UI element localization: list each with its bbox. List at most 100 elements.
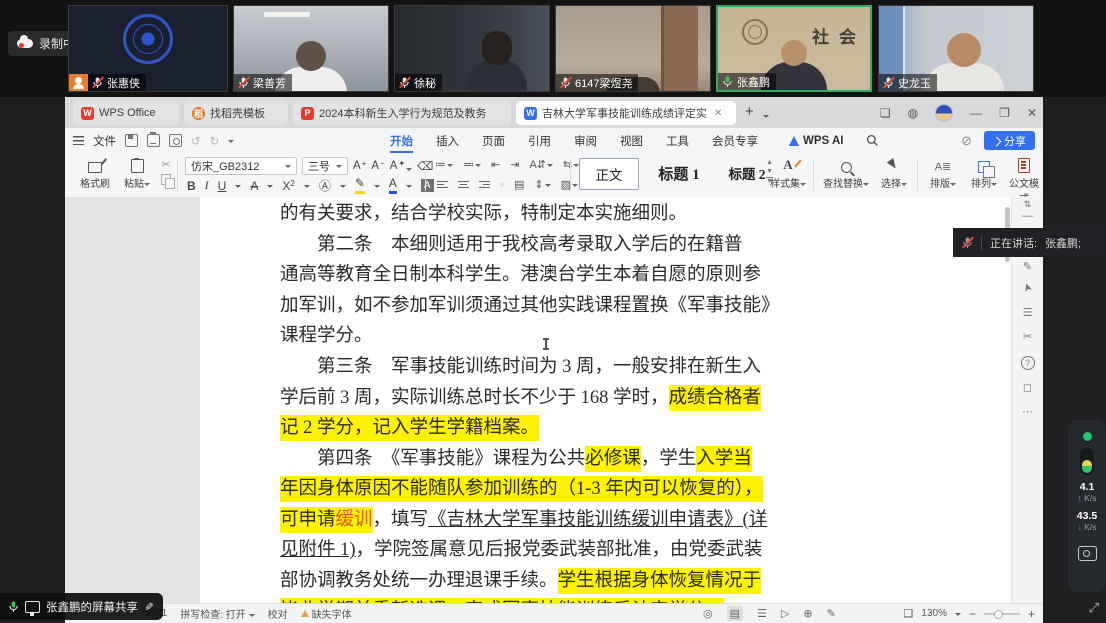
decrease-indent-button[interactable]: ⇤ [491,158,500,171]
search-icon[interactable] [866,134,879,147]
read-mode-icon[interactable]: ▷ [781,607,789,620]
undo-icon[interactable]: ↺ [191,134,201,148]
format-painter-button[interactable]: 格式刷 [75,156,115,190]
style-normal-chip[interactable]: 正文 [579,158,639,190]
text-direction-button[interactable]: A⇵ [529,158,553,171]
integrations-icon[interactable]: ◍ [908,106,918,120]
print-preview-icon[interactable] [169,134,182,147]
align-right-button[interactable] [479,181,490,189]
align-center-button[interactable] [458,181,469,189]
more-tools-icon[interactable]: ⋯ [1012,405,1043,418]
redo-icon[interactable]: ↻ [210,134,220,148]
tab-presentation[interactable]: P 2024本科新生入学行为规范及教务 [293,101,511,125]
paste-button[interactable]: 粘贴 [117,156,157,190]
mic-active-icon[interactable] [8,600,19,613]
cjk-layout-button[interactable]: ⇆ [563,158,579,171]
highlight-color-button[interactable]: ✎ [355,178,365,194]
sync-disabled-icon[interactable]: ⊘ [961,133,972,149]
phonetic-guide-button[interactable]: Ⓐ [319,177,331,194]
cut-icon[interactable]: ✂ [161,158,170,171]
file-menu[interactable]: 文件 [93,133,116,149]
tab-docer-templates[interactable]: 稻 找稻壳模板 [184,101,288,125]
menu-home[interactable]: 开始 [390,128,413,153]
font-name-select[interactable]: 仿宋_GB2312 [185,157,297,175]
page-view-icon[interactable]: ▤ [727,606,743,621]
participant-tile-speaking[interactable]: 社会 张鑫鹏 [716,5,872,92]
hamburger-icon[interactable] [73,136,84,145]
web-layout-icon[interactable]: ⊕ [803,607,812,620]
select-cursor-icon[interactable]: ➤ [1016,271,1039,305]
increase-indent-button[interactable]: ⇥ [510,158,519,171]
proofread-button[interactable]: 校对 [268,606,288,621]
presentation-view-icon[interactable]: ◎ [703,607,713,620]
collapse-sidebar-icon[interactable]: — [1012,210,1043,222]
find-replace-button[interactable]: 查找替换 [819,156,873,190]
save-icon[interactable] [125,134,138,147]
tab-wps-office[interactable]: W WPS Office [73,101,179,125]
number-list-button[interactable]: ≕ [463,158,481,171]
menu-page[interactable]: 页面 [482,128,505,153]
skin-center-icon[interactable]: ◻ [1012,381,1043,394]
missing-font-warning[interactable]: 缺失字体 [301,606,352,621]
page-up-down-icon[interactable]: ⇅ [1012,199,1043,210]
participant-tile[interactable]: 张惠侠 [68,5,228,92]
copy-icon[interactable] [161,174,171,185]
arrange-button[interactable]: 排列 [965,156,1003,190]
fullscreen-expand-icon[interactable]: ⤢ [1089,600,1099,616]
camera-icon[interactable] [1078,546,1097,561]
account-avatar[interactable] [935,104,953,122]
quick-settings-icon[interactable]: ☰ [1012,306,1043,319]
new-tab-button[interactable]: + [745,103,754,120]
wps-ai-button[interactable]: WPS AI [789,135,843,147]
italic-button[interactable]: I [205,178,209,193]
help-icon[interactable]: ? [1012,356,1043,370]
increase-font-icon[interactable]: A+ [353,160,366,172]
annotation-pencil-icon[interactable]: ✎ [142,602,155,611]
float-window-icon[interactable]: ❏ [880,106,891,120]
superscript-button[interactable]: X2 [282,179,294,193]
participant-tile[interactable]: 梁善芳 [233,5,389,92]
tab-list-caret[interactable] [763,106,769,123]
document-page[interactable]: 的有关要求，结合学校实际，特制定本实施细则。 第二条 本细则适用于我校高考录取入… [200,197,1012,604]
zoom-in-button[interactable]: + [1028,607,1035,621]
participant-tile[interactable]: 徐秘 [394,5,550,92]
decrease-font-icon[interactable]: A− [371,160,384,172]
ink-edit-icon[interactable]: ✎ [827,607,836,620]
print-icon[interactable] [147,134,160,147]
menu-member[interactable]: 会员专享 [712,128,758,153]
font-size-select[interactable]: 三号 [302,157,348,175]
layout-button[interactable]: A≣ 排版 [923,156,963,190]
font-color-button[interactable]: A [389,178,397,194]
close-button[interactable]: ✕ [1027,106,1037,120]
zoom-out-button[interactable]: − [969,607,976,621]
menu-view[interactable]: 视图 [620,128,643,153]
zoom-slider[interactable] [984,613,1020,615]
minimize-button[interactable]: — [970,106,982,120]
menu-reference[interactable]: 引用 [528,128,551,153]
distribute-button[interactable]: ▤ [514,178,524,191]
share-button[interactable]: 分享 [984,131,1035,150]
menu-insert[interactable]: 插入 [436,128,459,153]
toolbox-icon[interactable]: ✂ [1012,330,1043,343]
bullet-list-button[interactable]: ≔ [435,158,453,171]
restore-button[interactable]: ❐ [999,106,1010,120]
strikethrough-button[interactable]: A [250,179,258,193]
tab-close-icon[interactable]: ✕ [714,108,722,119]
screen-share-pill[interactable]: 张鑫鹏的屏幕共享 ✎ [0,593,163,620]
style-set-button[interactable]: A 样式集 [765,156,811,190]
line-spacing-button[interactable]: ⇕ [534,178,550,191]
participant-tile[interactable]: 史龙玉 [878,5,1034,92]
style-heading1-chip[interactable]: 标题 1 [647,158,711,188]
tab-document-active[interactable]: W 吉林大学军事技能训练成绩评定实 ✕ [516,101,736,125]
char-shading-button[interactable]: A [421,179,434,192]
align-left-button[interactable] [437,181,448,189]
bold-button[interactable]: B [187,179,196,193]
outline-view-icon[interactable]: ☰ [757,607,767,620]
select-button[interactable]: 选择 [875,156,913,190]
menu-tools[interactable]: 工具 [666,128,689,153]
fit-page-icon[interactable]: ❑ [904,607,914,620]
quickbar-caret[interactable] [228,140,234,146]
spellcheck-status[interactable]: 拼写检查: 打开 [180,606,254,621]
zoom-level[interactable]: 130% [921,608,947,619]
network-status-widget[interactable]: 4.1 ↑ K/s 43.5 ↓ K/s [1068,420,1106,592]
